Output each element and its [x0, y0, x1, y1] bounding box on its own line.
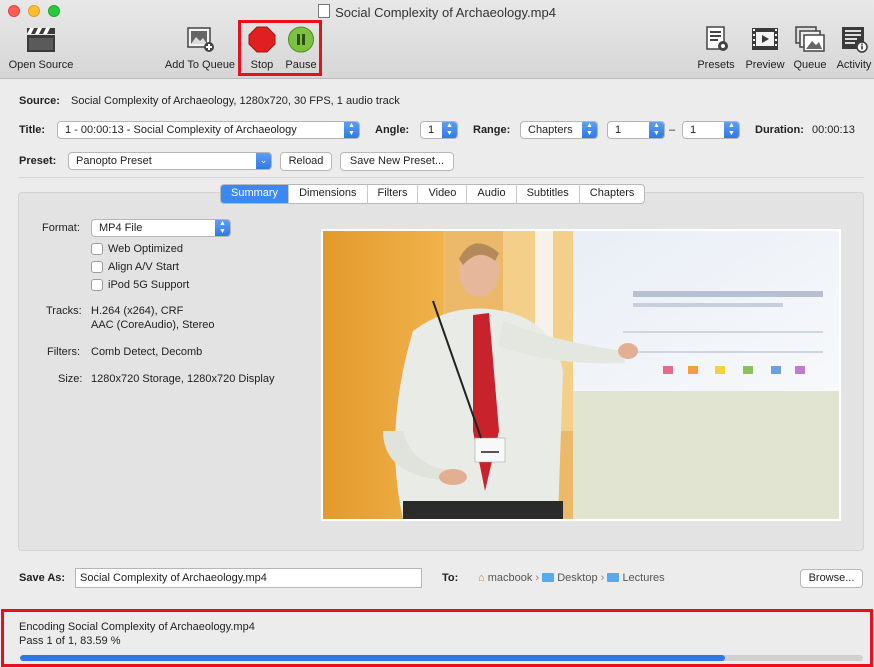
path-separator-chevron-icon: › — [535, 572, 540, 584]
presets-label: Presets — [697, 59, 735, 71]
queue-label: Queue — [793, 59, 827, 71]
presets-icon — [694, 26, 738, 56]
add-to-queue-button[interactable]: Add To Queue — [162, 26, 238, 71]
title-label: Title: — [19, 124, 46, 136]
title-select[interactable]: 1 - 00:00:13 - Social Complexity of Arch… — [57, 121, 360, 139]
browse-button[interactable]: Browse... — [800, 569, 863, 588]
chevron-updown-icon: ▲ ▼ — [344, 122, 359, 138]
preset-label: Preset: — [19, 155, 57, 167]
chevron-updown-icon: ▲ ▼ — [649, 122, 664, 138]
stop-pause-highlight — [238, 20, 322, 76]
divider — [18, 177, 864, 178]
align-av-checkbox[interactable] — [91, 261, 103, 273]
duration-value: 00:00:13 — [812, 124, 855, 136]
chevron-updown-icon: ▲ ▼ — [582, 122, 597, 138]
presets-button[interactable]: Presets — [694, 26, 738, 71]
path-item-macbook: macbook — [487, 572, 533, 584]
duration-label: Duration: — [755, 124, 804, 136]
tracks-video: H.264 (x264), CRF — [91, 305, 184, 317]
path-item-lectures: Lectures — [622, 572, 665, 584]
add-to-queue-icon — [162, 26, 238, 56]
tab-dimensions[interactable]: Dimensions — [289, 185, 368, 203]
path-item-desktop: Desktop — [557, 572, 598, 584]
filters-value: Comb Detect, Decomb — [91, 346, 203, 358]
chevron-updown-icon: ▲ ▼ — [215, 220, 230, 236]
activity-label: Activity — [836, 59, 872, 71]
window-title: Social Complexity of Archaeology.mp4 — [0, 4, 874, 20]
activity-button[interactable]: Activity — [834, 26, 874, 71]
path-separator-chevron-icon: › — [600, 572, 605, 584]
video-frame-image — [323, 231, 839, 519]
chevron-updown-icon: ▲ ▼ — [442, 122, 457, 138]
add-to-queue-label: Add To Queue — [164, 59, 236, 71]
tab-subtitles[interactable]: Subtitles — [517, 185, 580, 203]
queue-button[interactable]: Queue — [792, 26, 828, 71]
source-label: Source: — [19, 95, 60, 107]
open-source-button[interactable]: Open Source — [6, 26, 76, 71]
to-label: To: — [442, 572, 459, 584]
filters-label: Filters: — [47, 346, 80, 358]
tracks-label: Tracks: — [46, 305, 82, 317]
tab-audio[interactable]: Audio — [467, 185, 517, 203]
range-separator: – — [669, 124, 676, 136]
video-preview[interactable] — [321, 229, 841, 521]
source-value: Social Complexity of Archaeology, 1280x7… — [71, 95, 400, 107]
web-optimized-checkbox[interactable] — [91, 243, 103, 255]
queue-icon — [792, 26, 828, 56]
home-icon: ⌂ — [478, 572, 485, 584]
preset-select[interactable]: Panopto Preset ⌄ — [68, 152, 272, 170]
preview-label: Preview — [745, 59, 785, 71]
ipod-checkbox[interactable] — [91, 279, 103, 291]
chevron-updown-icon: ▲ ▼ — [724, 122, 739, 138]
format-label: Format: — [42, 222, 80, 234]
size-value: 1280x720 Storage, 1280x720 Display — [91, 373, 275, 385]
tab-bar: Summary Dimensions Filters Video Audio S… — [220, 184, 646, 204]
range-end-select[interactable]: 1 ▲ ▼ — [682, 121, 740, 139]
save-as-label: Save As: — [19, 572, 66, 584]
chevron-down-icon: ⌄ — [256, 153, 271, 169]
web-optimized-label: Web Optimized — [108, 243, 183, 255]
ipod-label: iPod 5G Support — [108, 279, 190, 291]
range-start-select[interactable]: 1 ▲ ▼ — [607, 121, 665, 139]
size-label: Size: — [58, 373, 83, 385]
folder-icon — [542, 573, 555, 582]
path-control[interactable]: ⌂ macbook › Desktop › Lectures — [478, 572, 665, 584]
tab-filters[interactable]: Filters — [368, 185, 419, 203]
range-label: Range: — [473, 124, 511, 136]
activity-icon — [834, 26, 874, 56]
folder-icon — [607, 573, 620, 582]
reload-button[interactable]: Reload — [280, 152, 332, 171]
tab-video[interactable]: Video — [418, 185, 468, 203]
save-new-preset-button[interactable]: Save New Preset... — [340, 152, 454, 171]
status-highlight — [1, 609, 873, 667]
align-av-label: Align A/V Start — [108, 261, 179, 273]
film-strip-icon — [742, 26, 788, 56]
range-type-select[interactable]: Chapters ▲ ▼ — [520, 121, 598, 139]
title-bar: Social Complexity of Archaeology.mp4 Ope… — [0, 0, 874, 79]
tab-summary[interactable]: Summary — [221, 185, 290, 203]
preview-button[interactable]: Preview — [742, 26, 788, 71]
angle-label: Angle: — [375, 124, 410, 136]
tab-chapters[interactable]: Chapters — [580, 185, 645, 203]
open-source-label: Open Source — [8, 59, 74, 71]
tracks-audio: AAC (CoreAudio), Stereo — [91, 319, 215, 331]
clapperboard-icon — [6, 26, 76, 56]
save-as-field[interactable]: Social Complexity of Archaeology.mp4 — [75, 568, 422, 588]
format-select[interactable]: MP4 File ▲ ▼ — [91, 219, 231, 237]
angle-select[interactable]: 1 ▲ ▼ — [420, 121, 458, 139]
document-icon — [318, 4, 331, 18]
